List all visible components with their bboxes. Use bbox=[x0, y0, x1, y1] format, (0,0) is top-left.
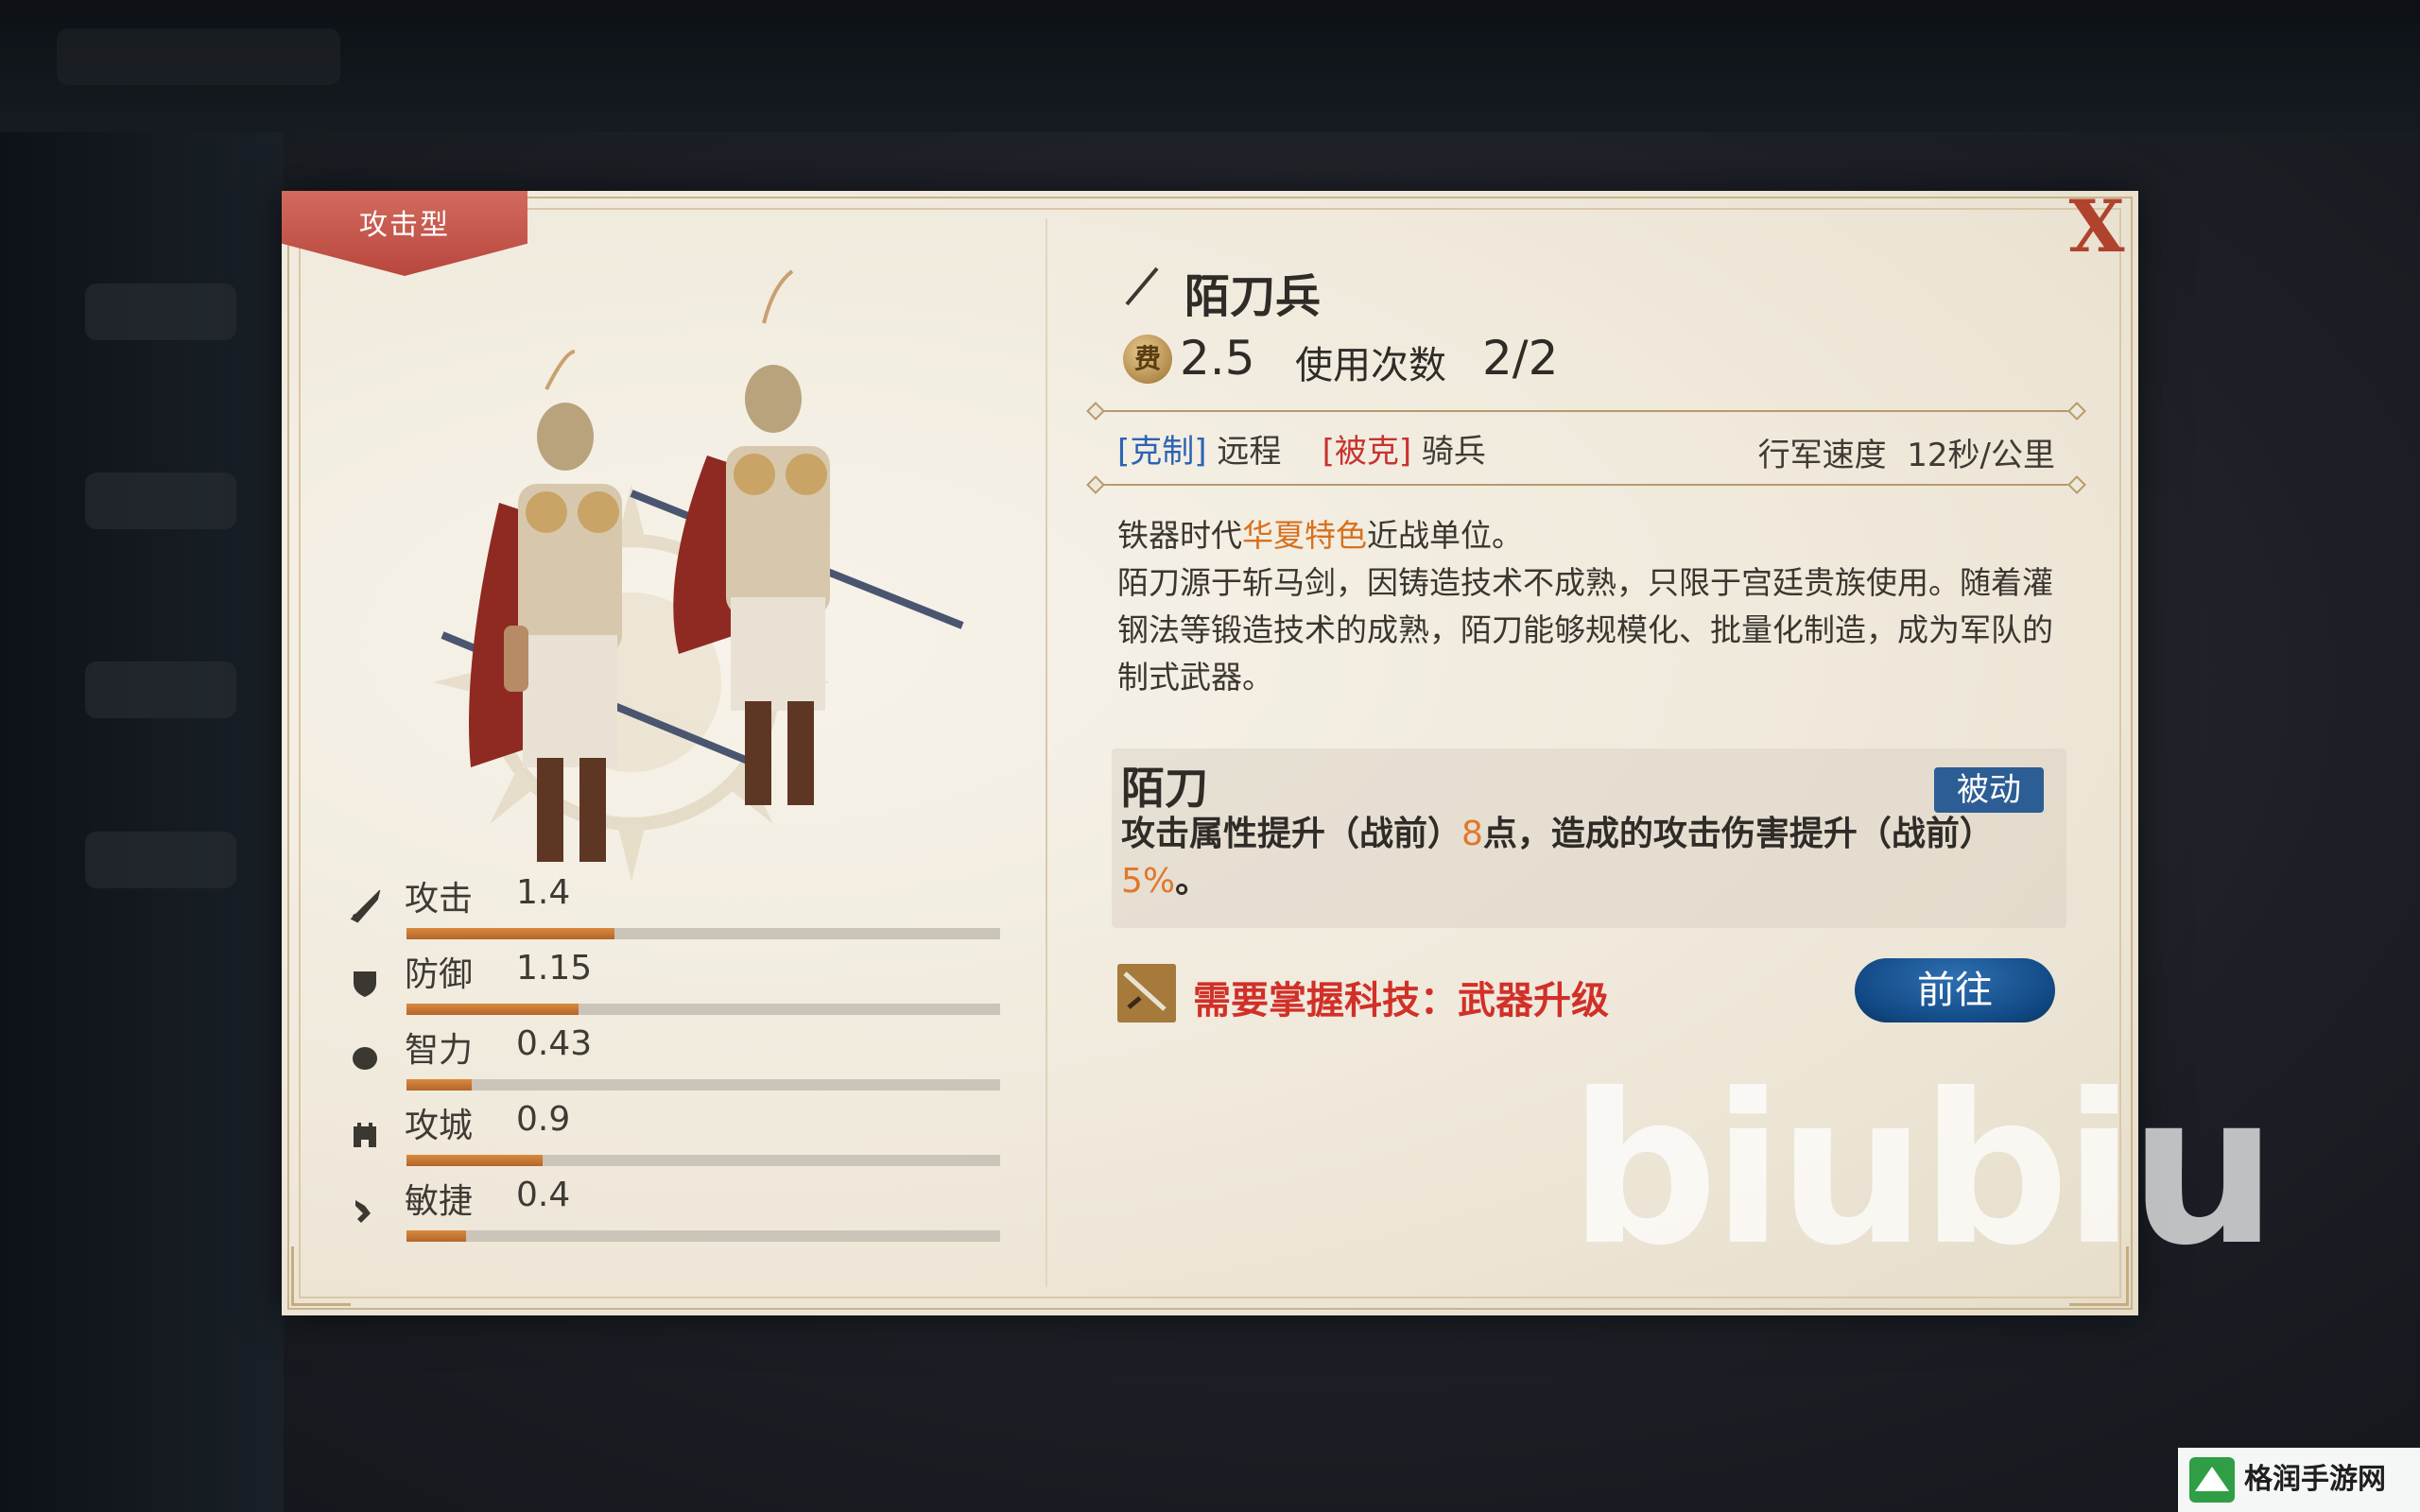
description-suffix: 近战单位。 bbox=[1367, 517, 1523, 554]
skill-desc-value: 5% bbox=[1121, 862, 1176, 901]
blade-icon bbox=[1125, 266, 1159, 306]
unit-description: 铁器时代华夏特色近战单位。 陌刀源于斩马剑，因铸造技术不成熟，只限于宫廷贵族使用… bbox=[1117, 512, 2063, 701]
counter-target: 远程 bbox=[1217, 433, 1282, 471]
stat-bar-fill bbox=[406, 1230, 466, 1242]
march-speed-label: 行军速度 bbox=[1757, 437, 1887, 474]
watermark: biubiu bbox=[1569, 1049, 2277, 1291]
unit-stats: 攻击 1.4 防御 1.15 智力 0.43 攻城 0.9 敏捷 0.4 bbox=[348, 871, 1028, 1249]
stat-row-siege: 攻城 0.9 bbox=[348, 1098, 1028, 1174]
stat-bar bbox=[406, 928, 1000, 939]
site-logo: 格润手游网 bbox=[2178, 1448, 2420, 1512]
stat-bar-fill bbox=[406, 1079, 473, 1091]
unit-name: 陌刀兵 bbox=[1184, 270, 1322, 323]
stat-label: 敏捷 bbox=[405, 1182, 474, 1221]
description-body: 陌刀源于斩马剑，因铸造技术不成熟，只限于宫廷贵族使用。随着灌钢法等锻造技术的成熟… bbox=[1117, 564, 2053, 696]
background-menu-item bbox=[85, 284, 236, 340]
counter-info: [克制] 远程 [被克] 骑兵 bbox=[1117, 425, 1486, 472]
background-menu-item bbox=[85, 472, 236, 529]
skill-name: 陌刀 bbox=[1121, 763, 1208, 814]
sword-icon bbox=[350, 890, 381, 923]
stat-bar-fill bbox=[406, 1155, 544, 1166]
stat-value: 0.4 bbox=[516, 1176, 571, 1214]
tech-requirement: 需要掌握科技：武器升级 前往 bbox=[1117, 958, 2072, 1024]
skill-desc-text: 。 bbox=[1175, 862, 1210, 901]
stat-label: 智力 bbox=[405, 1031, 474, 1070]
skill-desc-text: 点，造成的攻击伤害提升（战前） bbox=[1482, 815, 1994, 853]
stat-value: 0.43 bbox=[516, 1024, 593, 1063]
stat-bar bbox=[406, 1230, 1000, 1242]
go-button[interactable]: 前往 bbox=[1855, 958, 2055, 1022]
march-speed-value: 12秒/公里 bbox=[1907, 437, 2055, 474]
stat-bar bbox=[406, 1079, 1000, 1091]
frame-corner-ornament bbox=[291, 1246, 351, 1306]
uses-value: 2/2 bbox=[1482, 331, 1559, 386]
stat-row-defense: 防御 1.15 bbox=[348, 947, 1028, 1022]
close-button[interactable]: X bbox=[2059, 189, 2135, 265]
stat-bar bbox=[406, 1155, 1000, 1166]
ornamental-divider bbox=[1095, 410, 2078, 412]
background-title bbox=[57, 28, 340, 85]
counter-tag: [克制] bbox=[1117, 433, 1207, 471]
castle-icon bbox=[354, 1123, 376, 1147]
stat-row-agility: 敏捷 0.4 bbox=[348, 1174, 1028, 1249]
stat-value: 0.9 bbox=[516, 1100, 571, 1139]
stat-row-attack: 攻击 1.4 bbox=[348, 871, 1028, 947]
stat-label: 攻击 bbox=[405, 880, 474, 919]
background-menu-item bbox=[85, 662, 236, 718]
panel-divider bbox=[1046, 219, 1047, 1287]
tech-requirement-text: 需要掌握科技：武器升级 bbox=[1193, 979, 1609, 1022]
description-highlight: 华夏特色 bbox=[1242, 517, 1367, 554]
stat-label: 防御 bbox=[405, 955, 474, 994]
countered-target: 骑兵 bbox=[1421, 433, 1486, 471]
unit-type-tag: 攻击型 bbox=[282, 191, 527, 276]
stat-bar bbox=[406, 1004, 1000, 1015]
site-logo-text: 格润手游网 bbox=[2244, 1463, 2386, 1496]
shield-icon bbox=[354, 971, 376, 997]
description-prefix: 铁器时代 bbox=[1117, 517, 1242, 554]
boot-icon bbox=[355, 1200, 371, 1223]
ornamental-divider bbox=[1095, 484, 2078, 486]
stat-value: 1.15 bbox=[516, 949, 593, 988]
cost-value: 2.5 bbox=[1180, 331, 1255, 386]
stat-value: 1.4 bbox=[516, 873, 571, 912]
skill-desc-value: 8 bbox=[1461, 815, 1483, 853]
background-menu-item bbox=[85, 832, 236, 888]
stat-bar-fill bbox=[406, 1004, 579, 1015]
skill-desc-text: 攻击属性提升（战前） bbox=[1121, 815, 1462, 853]
background-top-bar bbox=[0, 0, 2420, 132]
brain-icon bbox=[353, 1047, 377, 1070]
weapon-tech-icon bbox=[1117, 964, 1176, 1022]
description-intro: 铁器时代华夏特色近战单位。 bbox=[1117, 512, 2063, 559]
march-speed: 行军速度 12秒/公里 bbox=[1758, 429, 2055, 475]
stat-row-intelligence: 智力 0.43 bbox=[348, 1022, 1028, 1098]
stat-label: 攻城 bbox=[405, 1107, 474, 1145]
skill-description: 攻击属性提升（战前）8点，造成的攻击伤害提升（战前） 5%。 bbox=[1121, 811, 2057, 905]
passive-badge: 被动 bbox=[1934, 767, 2044, 813]
uses-label: 使用次数 bbox=[1295, 344, 1446, 387]
countered-tag: [被克] bbox=[1322, 433, 1412, 471]
cost-coin-icon: 费 bbox=[1123, 335, 1172, 384]
site-logo-icon bbox=[2189, 1457, 2235, 1503]
stat-bar-fill bbox=[406, 928, 614, 939]
skill-panel: 陌刀 被动 攻击属性提升（战前）8点，造成的攻击伤害提升（战前） 5%。 bbox=[1112, 748, 2066, 928]
